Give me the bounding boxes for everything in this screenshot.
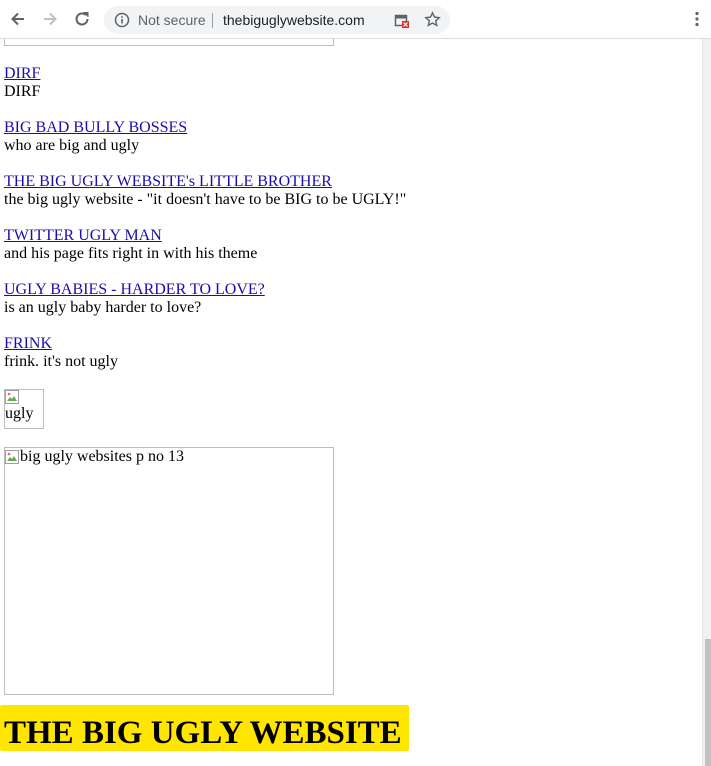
back-button[interactable] xyxy=(7,8,29,30)
list-item: FRINK frink. it's not ugly xyxy=(4,335,118,371)
link-description: frink. it's not ugly xyxy=(4,353,118,370)
star-icon[interactable] xyxy=(424,11,441,33)
arrow-right-icon xyxy=(44,12,57,26)
browser-menu-button[interactable] xyxy=(686,8,708,30)
reload-button[interactable] xyxy=(71,8,93,30)
blocked-popup-icon[interactable] xyxy=(394,13,410,34)
broken-image-ugly[interactable]: ugly xyxy=(4,389,44,429)
list-item: UGLY BABIES - HARDER TO LOVE? is an ugly… xyxy=(4,281,265,317)
link-description: the big ugly website - "it doesn't have … xyxy=(4,191,407,208)
scrollbar-thumb[interactable] xyxy=(705,639,711,766)
omnibox-divider xyxy=(212,13,213,28)
security-label: Not secure xyxy=(138,12,206,28)
list-item: THE BIG UGLY WEBSITE's LITTLE BROTHER th… xyxy=(4,173,406,209)
list-item: BIG BAD BULLY BOSSES who are big and ugl… xyxy=(4,119,187,155)
link-little-brother[interactable]: THE BIG UGLY WEBSITE's LITTLE BROTHER xyxy=(4,173,406,191)
link-description: who are big and ugly xyxy=(4,137,140,154)
site-title: THE BIG UGLY WEBSITE xyxy=(4,715,402,751)
link-twitter-ugly-man[interactable]: TWITTER UGLY MAN xyxy=(4,227,257,245)
image-alt-text: big ugly websites p no 13 xyxy=(20,448,184,465)
link-description: is an ugly baby harder to love? xyxy=(4,299,202,316)
url-text[interactable]: thebiguglywebsite.com xyxy=(223,12,365,28)
broken-image-icon xyxy=(5,450,19,464)
image-placeholder-top xyxy=(4,39,334,46)
broken-image-big[interactable]: big ugly websites p no 13 xyxy=(4,447,334,695)
link-description: DIRF xyxy=(4,83,41,100)
link-description: and his page fits right in with his them… xyxy=(4,245,258,262)
link-dirf[interactable]: DIRF xyxy=(4,65,40,83)
info-icon[interactable] xyxy=(114,12,130,33)
vertical-scrollbar[interactable] xyxy=(702,39,711,766)
kebab-menu-icon xyxy=(695,11,699,27)
link-ugly-babies[interactable]: UGLY BABIES - HARDER TO LOVE? xyxy=(4,281,265,299)
arrow-left-icon xyxy=(11,12,24,26)
reload-icon xyxy=(75,12,89,26)
browser-toolbar: Not secure thebiguglywebsite.com xyxy=(0,0,711,39)
broken-image-icon xyxy=(5,390,19,404)
forward-button[interactable] xyxy=(39,8,61,30)
list-item: TWITTER UGLY MAN and his page fits right… xyxy=(4,227,257,263)
link-big-bad-bully-bosses[interactable]: BIG BAD BULLY BOSSES xyxy=(4,119,187,137)
list-item: DIRF DIRF xyxy=(4,65,40,101)
link-frink[interactable]: FRINK xyxy=(4,335,118,353)
image-alt-text: ugly xyxy=(5,405,34,422)
page-viewport: DIRF DIRF BIG BAD BULLY BOSSES who are b… xyxy=(0,39,702,766)
address-bar[interactable]: Not secure thebiguglywebsite.com xyxy=(104,6,450,34)
